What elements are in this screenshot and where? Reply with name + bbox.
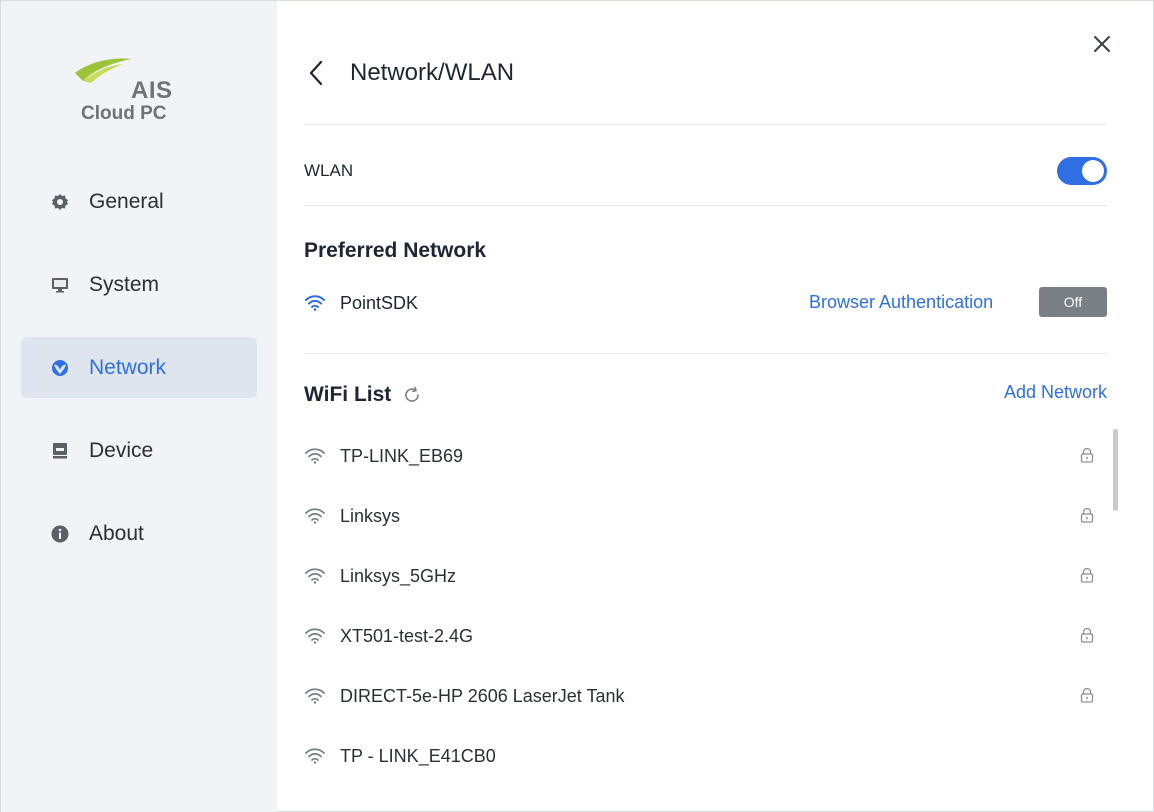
sidebar-item-network[interactable]: Network	[21, 337, 257, 398]
list-item[interactable]: Linksys	[304, 486, 1107, 546]
chevron-left-icon	[309, 60, 323, 86]
device-icon	[51, 442, 69, 460]
lock-icon	[1079, 626, 1095, 644]
lock-icon	[1079, 446, 1095, 464]
wifi-icon	[304, 687, 326, 705]
list-item[interactable]: TP-LINK_EB69	[304, 426, 1107, 486]
list-item[interactable]: Linksys_5GHz	[304, 546, 1107, 606]
sidebar: AIS Cloud PC General System Network Devi…	[1, 1, 277, 812]
page-title: Network/WLAN	[350, 59, 515, 86]
sidebar-item-about[interactable]: About	[21, 503, 257, 564]
sidebar-item-label: About	[89, 521, 144, 545]
wlan-row: WLAN	[304, 151, 1107, 191]
gear-icon	[51, 193, 69, 211]
browser-authentication-link[interactable]: Browser Authentication	[809, 292, 993, 313]
sidebar-nav: General System Network Device About	[21, 171, 257, 586]
monitor-icon	[51, 276, 69, 294]
wifi-icon	[304, 507, 326, 525]
sidebar-item-system[interactable]: System	[21, 254, 257, 315]
divider	[304, 353, 1107, 354]
network-name: TP-LINK_EB69	[340, 445, 464, 466]
browser-authentication-toggle[interactable]: Off	[1039, 287, 1107, 317]
lock-icon	[1079, 686, 1095, 704]
back-button[interactable]	[308, 58, 332, 88]
lock-icon	[1079, 506, 1095, 524]
logo-swoosh-icon	[75, 58, 131, 83]
wifi-icon	[304, 447, 326, 465]
refresh-icon[interactable]	[401, 384, 423, 406]
divider	[304, 124, 1107, 125]
ais-logo: AIS Cloud PC	[71, 47, 201, 137]
wifi-icon	[304, 627, 326, 645]
logo-brand-text: AIS	[131, 77, 173, 104]
wifi-icon	[304, 747, 326, 765]
scrollbar[interactable]	[1113, 429, 1118, 511]
wifi-list: TP-LINK_EB69 Linksys Linksys_5GHz XT501-…	[304, 426, 1107, 786]
network-name: TP - LINK_E41CB0	[340, 745, 496, 766]
main-panel: Network/WLAN WLAN Preferred Network Poin…	[304, 1, 1107, 812]
preferred-network-title: Preferred Network	[304, 239, 487, 262]
divider	[304, 205, 1107, 206]
toggle-knob	[1082, 160, 1104, 182]
lock-icon	[1079, 566, 1095, 584]
logo-product-text: Cloud PC	[81, 103, 167, 124]
list-item[interactable]: DIRECT-5e-HP 2606 LaserJet Tank	[304, 666, 1107, 726]
sidebar-item-general[interactable]: General	[21, 171, 257, 232]
network-name: Linksys_5GHz	[340, 565, 457, 586]
network-name: XT501-test-2.4G	[340, 625, 474, 646]
globe-icon	[51, 359, 69, 377]
wlan-label: WLAN	[304, 161, 354, 180]
wifi-icon	[304, 294, 326, 312]
sidebar-item-label: Device	[89, 438, 154, 462]
sidebar-item-label: Network	[89, 355, 167, 379]
sidebar-item-label: System	[89, 272, 160, 296]
wifi-list-header: WiFi List Add Network	[304, 377, 1107, 413]
list-item[interactable]: TP - LINK_E41CB0	[304, 726, 1107, 786]
settings-window: AIS Cloud PC General System Network Devi…	[0, 0, 1154, 812]
wifi-icon	[304, 567, 326, 585]
page-header: Network/WLAN	[304, 53, 514, 93]
wifi-list-title: WiFi List	[304, 383, 392, 406]
add-network-link[interactable]: Add Network	[1004, 382, 1107, 403]
sidebar-item-device[interactable]: Device	[21, 420, 257, 481]
wlan-toggle[interactable]	[1057, 157, 1107, 185]
preferred-network-row: PointSDK Browser Authentication Off	[304, 285, 1107, 321]
list-item[interactable]: XT501-test-2.4G	[304, 606, 1107, 666]
network-name: Linksys	[340, 505, 401, 526]
sidebar-item-label: General	[89, 189, 164, 213]
network-name: DIRECT-5e-HP 2606 LaserJet Tank	[340, 685, 625, 706]
preferred-network-name[interactable]: PointSDK	[340, 293, 418, 314]
info-icon	[51, 525, 69, 543]
